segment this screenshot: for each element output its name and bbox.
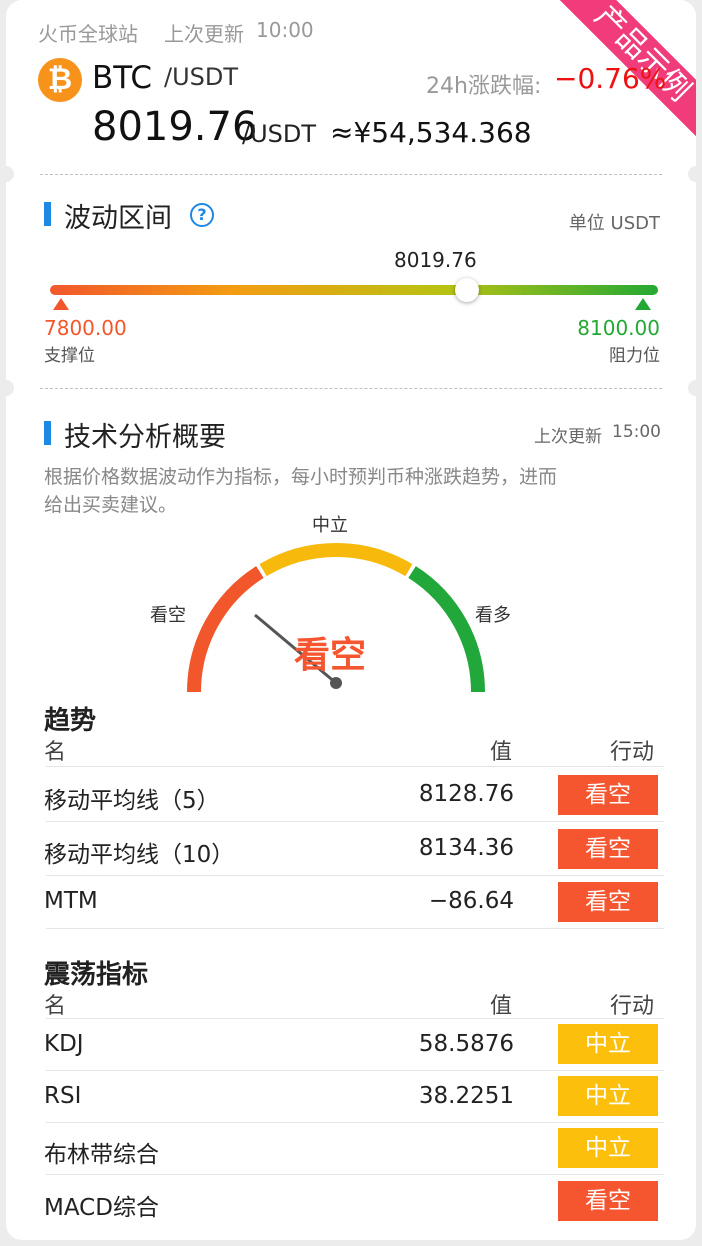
help-icon[interactable]: ? [190, 203, 214, 227]
support-label: 支撑位 [44, 346, 95, 366]
change-label: 24h涨跌幅: [426, 74, 542, 99]
section-marker [44, 421, 51, 445]
row-divider [46, 1018, 664, 1019]
change-value: −0.76% [554, 62, 667, 95]
ticket-notch [6, 166, 14, 182]
gauge-label-bearish: 看空 [150, 605, 186, 626]
trend-row-action-button[interactable]: 看空 [558, 829, 658, 869]
range-bar [50, 285, 658, 295]
trend-col-value: 值 [490, 740, 513, 765]
gauge-bearish-arc [186, 566, 264, 693]
gauge-label-bullish: 看多 [475, 605, 511, 626]
trend-title: 趋势 [44, 706, 97, 736]
ticket-notch [688, 380, 696, 396]
trend-row-name: 移动平均线（10） [44, 842, 235, 868]
oscillator-row-name: MACD综合 [44, 1195, 159, 1221]
support-marker-icon [53, 298, 69, 310]
analysis-description: 给出买卖建议。 [44, 494, 178, 516]
trend-row-value: 8134.36 [418, 835, 514, 861]
coin-symbol: BTC [92, 60, 153, 96]
price-unit: /USDT [242, 120, 317, 148]
ticker-card: 产品示例 火币全球站 上次更新 10:00 ₿ BTC /USDT 24h涨跌幅… [6, 0, 696, 1240]
gauge-needle-pivot [330, 677, 342, 689]
row-divider [46, 1070, 664, 1071]
row-divider [46, 928, 664, 929]
row-divider [46, 1174, 664, 1175]
ticket-notch [688, 166, 696, 182]
trend-col-action: 行动 [610, 740, 655, 765]
trend-row-value: −86.64 [428, 888, 514, 914]
divider [40, 388, 662, 389]
oscillator-row-action-button[interactable]: 看空 [558, 1181, 658, 1221]
oscillator-row-value: 38.2251 [418, 1083, 514, 1109]
range-title: 波动区间 [64, 203, 172, 234]
oscillator-row-action-button[interactable]: 中立 [558, 1076, 658, 1116]
oscillator-row-action-button[interactable]: 中立 [558, 1128, 658, 1168]
trend-row-value: 8128.76 [418, 781, 514, 807]
oscillator-col-value: 值 [490, 994, 513, 1019]
trend-row-name: MTM [44, 888, 98, 914]
section-marker [44, 202, 51, 226]
gauge-bullish-arc [408, 566, 486, 693]
row-divider [46, 1122, 664, 1123]
bitcoin-icon: ₿ [38, 58, 82, 102]
price-cny: ≈¥54,534.368 [330, 116, 532, 149]
oscillator-row-value: 58.5876 [418, 1031, 514, 1057]
analysis-description: 根据价格数据波动作为指标，每小时预判币种涨跌趋势，进而 [44, 466, 558, 488]
row-divider [46, 875, 664, 876]
resistance-marker-icon [635, 298, 651, 310]
analysis-title: 技术分析概要 [64, 422, 226, 453]
exchange-name: 火币全球站 [38, 22, 138, 46]
support-value: 7800.00 [44, 316, 127, 340]
header-update-label: 上次更新 [164, 22, 244, 46]
resistance-label: 阻力位 [609, 346, 660, 366]
coin-quote: /USDT [164, 63, 239, 91]
header-update-time: 10:00 [256, 18, 314, 42]
resistance-value: 8100.00 [577, 316, 660, 340]
oscillator-col-name: 名 [44, 994, 67, 1019]
oscillator-row-name: RSI [44, 1083, 82, 1109]
oscillator-row-name: KDJ [44, 1031, 84, 1057]
analysis-update-time: 15:00 [612, 422, 661, 442]
price: 8019.76 [92, 104, 258, 150]
analysis-update-label: 上次更新 [534, 427, 602, 447]
divider [40, 174, 662, 175]
trend-row-action-button[interactable]: 看空 [558, 775, 658, 815]
range-current: 8019.76 [394, 248, 477, 272]
oscillator-col-action: 行动 [610, 994, 655, 1019]
oscillator-title: 震荡指标 [44, 960, 149, 990]
range-unit: 单位 USDT [568, 213, 660, 234]
row-divider [46, 766, 664, 767]
trend-row-name: 移动平均线（5） [44, 788, 220, 814]
gauge-label-neutral: 中立 [312, 515, 348, 536]
gauge-verdict: 看空 [294, 635, 367, 676]
range-knob [455, 278, 480, 302]
row-divider [46, 821, 664, 822]
oscillator-row-action-button[interactable]: 中立 [558, 1024, 658, 1064]
gauge-neutral-arc [259, 542, 413, 577]
trend-col-name: 名 [44, 740, 67, 765]
oscillator-row-name: 布林带综合 [44, 1142, 159, 1168]
trend-row-action-button[interactable]: 看空 [558, 882, 658, 922]
ticket-notch [6, 380, 14, 396]
